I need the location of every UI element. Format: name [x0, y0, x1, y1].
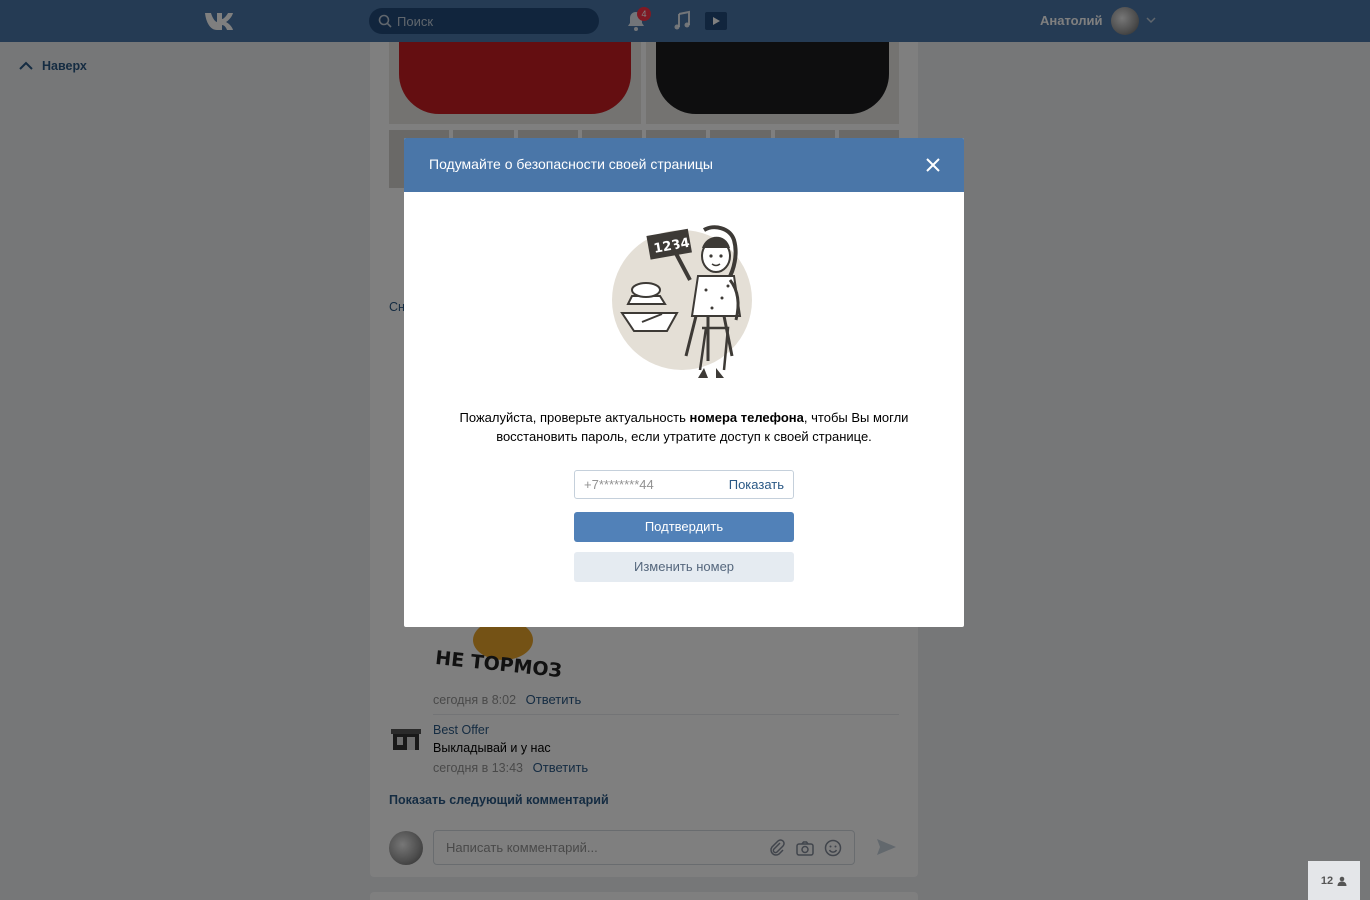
message-bold-text: номера телефона — [689, 410, 804, 425]
security-modal: Подумайте о безопасности своей страницы … — [404, 138, 964, 627]
phone-number-value: +7********44 — [584, 477, 654, 492]
change-number-button[interactable]: Изменить номер — [574, 552, 794, 582]
person-icon — [1337, 876, 1347, 886]
online-friends-counter[interactable]: 12 — [1308, 861, 1360, 900]
confirm-button[interactable]: Подтвердить — [574, 512, 794, 542]
close-icon[interactable] — [924, 156, 942, 174]
phone-security-illustration-icon: 1234 — [612, 225, 752, 378]
security-message: Пожалуйста, проверьте актуальность номер… — [444, 408, 924, 446]
online-count: 12 — [1320, 874, 1334, 887]
modal-header: Подумайте о безопасности своей страницы — [404, 138, 964, 192]
modal-title: Подумайте о безопасности своей страницы — [429, 156, 713, 172]
show-phone-button[interactable]: Показать — [729, 477, 784, 492]
phone-number-field[interactable]: +7********44 Показать — [574, 470, 794, 499]
message-text: Пожалуйста, проверьте актуальность — [459, 410, 690, 425]
